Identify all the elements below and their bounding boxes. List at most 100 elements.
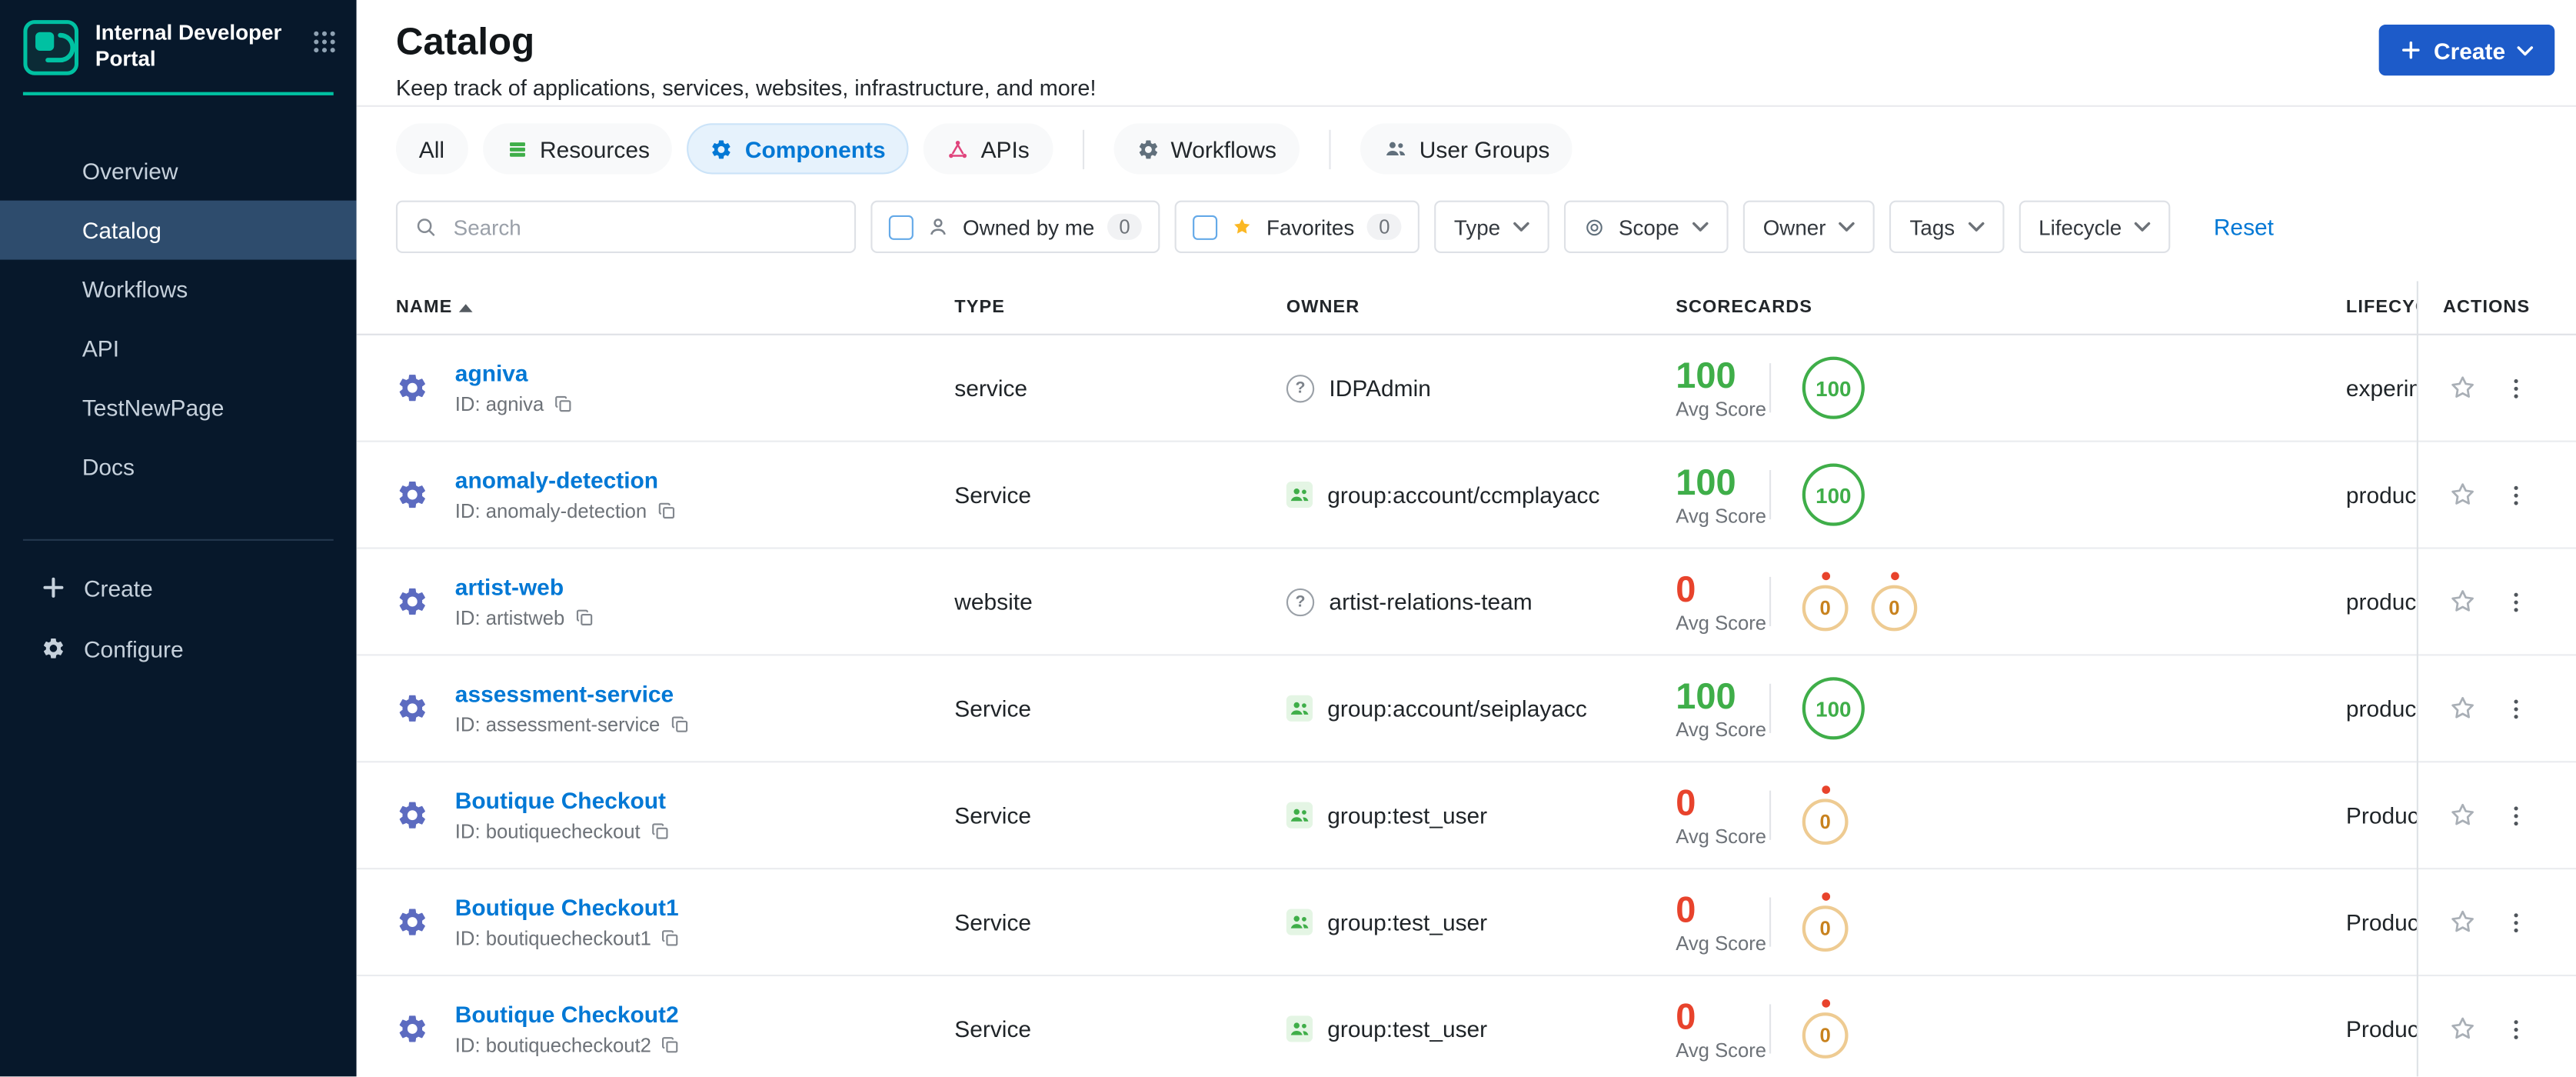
- owned-by-me-checkbox[interactable]: [888, 214, 914, 239]
- sidebar-item-workflows[interactable]: Workflows: [0, 260, 357, 319]
- sidebar-item-overview[interactable]: Overview: [0, 142, 357, 201]
- components-gear-icon: [711, 137, 734, 160]
- row-menu-icon[interactable]: [2492, 472, 2538, 518]
- copy-icon[interactable]: [661, 929, 681, 949]
- entity-id: ID: artistweb: [454, 606, 565, 630]
- filter-scope-dropdown[interactable]: Scope: [1564, 200, 1729, 254]
- search-input[interactable]: [450, 212, 838, 241]
- copy-icon[interactable]: [651, 822, 671, 842]
- catalog-table: NAMETYPEOWNERSCORECARDSLIFECYCLEACTIONS …: [356, 281, 2576, 1077]
- sidebar-item-docs[interactable]: Docs: [0, 437, 357, 496]
- table-header: NAME TYPE OWNER SCORECARDS LIFECYCLE ACTIONS: [356, 281, 2576, 335]
- scorecard-badge[interactable]: 0: [1802, 785, 1849, 845]
- avg-score-value: 0: [1676, 568, 1696, 609]
- filter-lifecycle-dropdown[interactable]: Lifecycle: [2019, 200, 2172, 254]
- avg-score-label: Avg Score: [1676, 1038, 1767, 1062]
- row-menu-icon[interactable]: [2492, 579, 2538, 625]
- alert-dot-icon: [1821, 999, 1829, 1008]
- row-menu-icon[interactable]: [2492, 899, 2538, 945]
- copy-icon[interactable]: [661, 1035, 681, 1055]
- filter-type-dropdown[interactable]: Type: [1434, 200, 1550, 254]
- tab-resources[interactable]: Resources: [482, 123, 673, 175]
- scorecard-badge[interactable]: 0: [1871, 572, 1918, 632]
- search-box: [395, 200, 857, 254]
- score-divider: [1769, 790, 1772, 840]
- brand-title: Internal Developer Portal: [95, 19, 282, 71]
- sidebar-action-label: Configure: [83, 635, 184, 662]
- user-group-icon: [1286, 1015, 1313, 1042]
- favorites-filter[interactable]: Favorites 0: [1174, 200, 1420, 254]
- create-button[interactable]: Create: [2379, 25, 2555, 76]
- favorites-checkbox[interactable]: [1192, 214, 1217, 239]
- search-icon: [414, 215, 437, 238]
- favorite-star-icon[interactable]: [2440, 899, 2486, 945]
- component-gear-icon: [396, 585, 429, 619]
- favorite-star-icon[interactable]: [2440, 365, 2486, 411]
- owned-by-me-filter[interactable]: Owned by me 0: [870, 200, 1160, 254]
- entity-type: Service: [954, 1015, 1032, 1042]
- apps-grid-icon[interactable]: [312, 29, 337, 54]
- reset-filters-link[interactable]: Reset: [2214, 214, 2274, 240]
- scorecard-badge[interactable]: 100: [1802, 677, 1865, 740]
- copy-icon[interactable]: [574, 609, 594, 629]
- scorecard-badge[interactable]: 0: [1802, 892, 1849, 952]
- filter-owner-dropdown[interactable]: Owner: [1743, 200, 1875, 254]
- entity-name-link[interactable]: assessment-service: [455, 681, 690, 707]
- user-group-icon: [1286, 481, 1313, 508]
- scorecard-badge[interactable]: 100: [1802, 356, 1865, 419]
- owner-name: group:test_user: [1327, 802, 1488, 829]
- sidebar-item-catalog[interactable]: Catalog: [0, 200, 357, 260]
- component-gear-icon: [396, 478, 429, 512]
- entity-name-block: anomaly-detection ID: anomaly-detection: [455, 467, 677, 522]
- sidebar-action-create[interactable]: Create: [0, 557, 357, 618]
- sidebar-item-testnewpage[interactable]: TestNewPage: [0, 378, 357, 437]
- column-header-name[interactable]: NAME: [396, 298, 954, 317]
- favorite-star-icon[interactable]: [2440, 685, 2486, 732]
- copy-icon[interactable]: [657, 502, 677, 522]
- entity-name-link[interactable]: Boutique Checkout2: [455, 1001, 681, 1027]
- tab-user-groups[interactable]: User Groups: [1360, 123, 1573, 175]
- alert-dot-icon: [1821, 785, 1829, 794]
- row-menu-icon[interactable]: [2492, 1006, 2538, 1052]
- scorecard-badge[interactable]: 0: [1802, 999, 1849, 1059]
- owner-name: artist-relations-team: [1329, 588, 1533, 615]
- avg-score-value: 100: [1676, 354, 1736, 395]
- filter-tags-dropdown[interactable]: Tags: [1889, 200, 2005, 254]
- lifecycle-value: Production: [2345, 909, 2417, 935]
- entity-name-link[interactable]: Boutique Checkout1: [455, 894, 681, 920]
- chevron-down-icon: [1513, 222, 1530, 232]
- component-gear-icon: [396, 799, 429, 832]
- copy-icon[interactable]: [670, 715, 690, 735]
- favorite-star-icon[interactable]: [2440, 792, 2486, 839]
- entity-name-link[interactable]: agniva: [455, 360, 574, 386]
- dropdown-label: Scope: [1618, 214, 1679, 239]
- tab-apis[interactable]: APIs: [923, 123, 1053, 175]
- brand: Internal Developer Portal: [0, 0, 357, 88]
- favorite-star-icon[interactable]: [2440, 579, 2486, 625]
- tab-components[interactable]: Components: [687, 123, 909, 175]
- entity-type: Service: [954, 695, 1032, 722]
- lifecycle-value: production: [2345, 588, 2417, 615]
- favorite-star-icon[interactable]: [2440, 1006, 2486, 1052]
- owned-by-me-label: Owned by me: [962, 214, 1095, 239]
- row-menu-icon[interactable]: [2492, 365, 2538, 411]
- scorecard-badge-value: 0: [1802, 1012, 1849, 1059]
- row-menu-icon[interactable]: [2492, 792, 2538, 839]
- column-header-type: TYPE: [954, 298, 1286, 318]
- tab-label: Components: [744, 135, 886, 162]
- scorecard-badge[interactable]: 0: [1802, 572, 1849, 632]
- favorite-star-icon[interactable]: [2440, 472, 2486, 518]
- entity-name-link[interactable]: artist-web: [455, 574, 594, 600]
- row-menu-icon[interactable]: [2492, 685, 2538, 732]
- tab-workflows[interactable]: Workflows: [1113, 123, 1300, 175]
- entity-name-link[interactable]: Boutique Checkout: [455, 787, 670, 813]
- entity-type: Service: [954, 802, 1032, 829]
- entity-name-link[interactable]: anomaly-detection: [455, 467, 677, 493]
- scorecard-badge-value: 0: [1802, 799, 1849, 845]
- tab-all[interactable]: All: [395, 123, 468, 175]
- sidebar-item-api[interactable]: API: [0, 318, 357, 378]
- copy-icon[interactable]: [554, 395, 574, 415]
- sidebar-action-configure[interactable]: Configure: [0, 618, 357, 679]
- dropdown-label: Owner: [1762, 214, 1826, 239]
- scorecard-badge[interactable]: 100: [1802, 463, 1865, 526]
